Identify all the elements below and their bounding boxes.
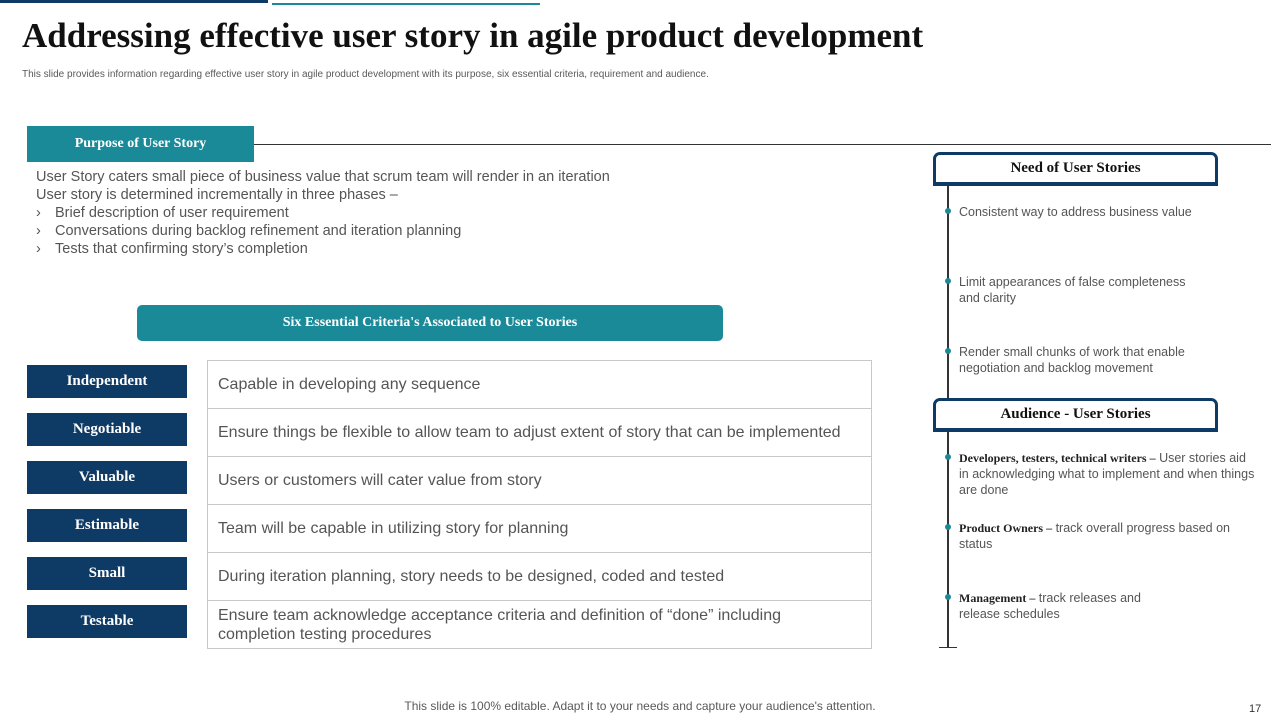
purpose-bullet: › Conversations during backlog refinemen… (36, 222, 610, 240)
criteria-label-valuable: Valuable (27, 461, 187, 494)
audience-item: Product Owners – track overall progress … (959, 520, 1244, 552)
criteria-description-row: During iteration planning, story needs t… (208, 553, 871, 601)
chevron-right-icon: › (36, 205, 41, 221)
page-number: 17 (1249, 703, 1262, 715)
audience-header: Audience - User Stories (933, 398, 1218, 432)
bullet-dot-icon (945, 594, 951, 600)
audience-item: Management – track releases and release … (959, 590, 1174, 622)
criteria-description-row: Team will be capable in utilizing story … (208, 505, 871, 553)
bullet-dot-icon (945, 524, 951, 530)
purpose-bullet: › Tests that confirming story’s completi… (36, 240, 610, 258)
criteria-description-row: Ensure team acknowledge acceptance crite… (218, 607, 782, 643)
criteria-label-testable: Testable (27, 605, 187, 638)
bullet-dot-icon (945, 348, 951, 354)
chevron-right-icon: › (36, 223, 41, 239)
need-header: Need of User Stories (933, 152, 1218, 186)
purpose-bullet-text: Conversations during backlog refinement … (55, 223, 462, 239)
chevron-right-icon: › (36, 241, 41, 257)
purpose-bullet: › Brief description of user requirement (36, 204, 610, 222)
audience-item: Developers, testers, technical writers –… (959, 450, 1259, 498)
slide-title: Addressing effective user story in agile… (22, 16, 924, 55)
need-item: Consistent way to address business value (959, 205, 1192, 219)
need-item: Limit appearances of false completeness … (959, 275, 1186, 305)
top-accent-bar-teal (272, 3, 540, 5)
purpose-header: Purpose of User Story (27, 126, 254, 162)
slide-subtitle: This slide provides information regardin… (22, 69, 709, 80)
criteria-label-estimable: Estimable (27, 509, 187, 542)
criteria-label-independent: Independent (27, 365, 187, 398)
bullet-dot-icon (945, 454, 951, 460)
criteria-label-small: Small (27, 557, 187, 590)
timeline-end-tick (939, 647, 957, 648)
criteria-label-negotiable: Negotiable (27, 413, 187, 446)
need-item: Render small chunks of work that enable … (959, 345, 1185, 375)
purpose-line-2: User story is determined incrementally i… (36, 187, 398, 203)
purpose-line-1: User Story caters small piece of busines… (36, 169, 610, 185)
footer-note: This slide is 100% editable. Adapt it to… (404, 699, 876, 713)
criteria-description-table: Capable in developing any sequence Ensur… (207, 360, 872, 649)
top-accent-bar-navy (0, 0, 268, 3)
criteria-description-row: Users or customers will cater value from… (208, 457, 871, 505)
criteria-description-row: Capable in developing any sequence (208, 361, 871, 409)
bullet-dot-icon (945, 208, 951, 214)
audience-item-lead: Product Owners – (959, 521, 1053, 535)
audience-item-lead: Developers, testers, technical writers – (959, 451, 1156, 465)
purpose-divider-line (254, 144, 1271, 145)
bullet-dot-icon (945, 278, 951, 284)
purpose-text-block: User Story caters small piece of busines… (36, 168, 610, 258)
criteria-description-row: Ensure things be flexible to allow team … (208, 409, 871, 457)
audience-item-lead: Management – (959, 591, 1036, 605)
criteria-header: Six Essential Criteria's Associated to U… (137, 305, 723, 341)
purpose-bullet-text: Tests that confirming story’s completion (55, 241, 308, 257)
purpose-bullet-text: Brief description of user requirement (55, 205, 289, 221)
